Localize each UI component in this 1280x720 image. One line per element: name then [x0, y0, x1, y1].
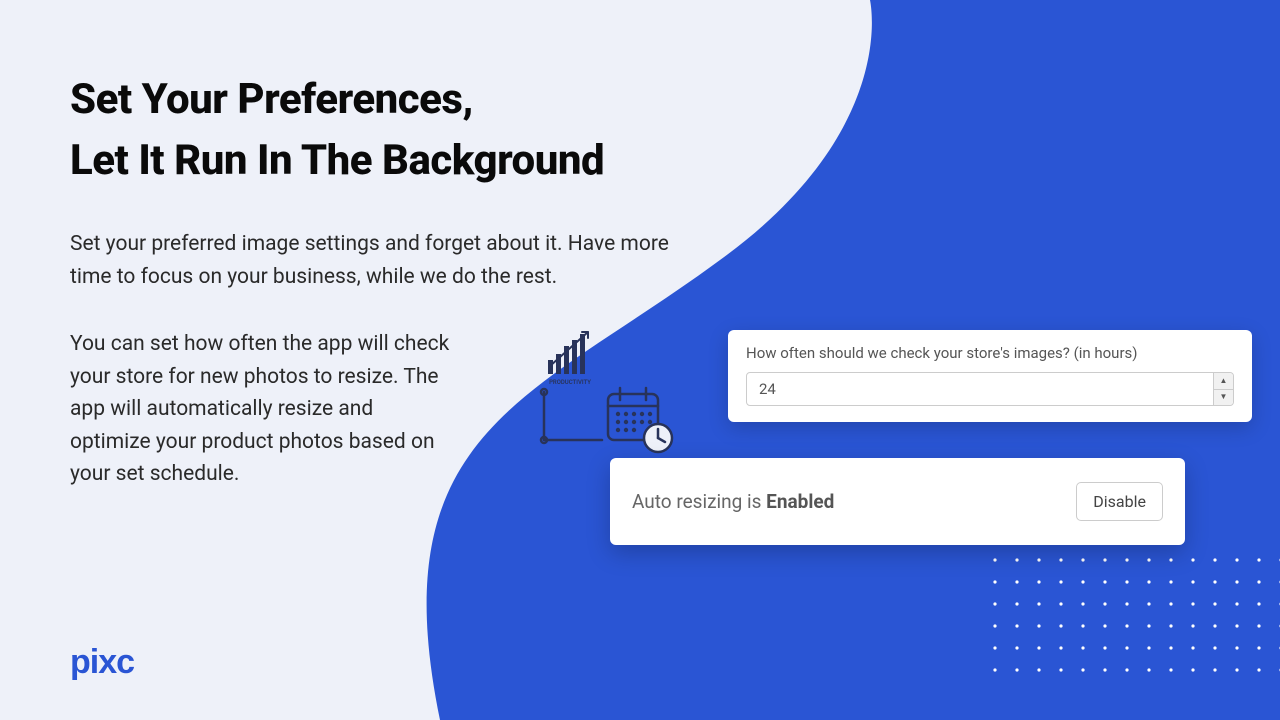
- check-frequency-input[interactable]: 24 ▲ ▼: [746, 372, 1234, 406]
- status-state: Enabled: [766, 490, 834, 513]
- disable-button[interactable]: Disable: [1076, 482, 1163, 521]
- stepper-up-button[interactable]: ▲: [1214, 373, 1233, 390]
- check-frequency-card: How often should we check your store's i…: [728, 330, 1252, 422]
- check-frequency-value: 24: [759, 380, 776, 398]
- brand-logo: pixc: [70, 643, 134, 682]
- heading-line1: Set Your Preferences,: [70, 75, 473, 124]
- intro-paragraph-1: Set your preferred image settings and fo…: [70, 228, 690, 293]
- page-title: Set Your Preferences, Let It Run In The …: [70, 70, 604, 192]
- status-prefix: Auto resizing is: [632, 490, 766, 513]
- stepper-buttons: ▲ ▼: [1213, 373, 1233, 405]
- productivity-illustration: PRODUCTIVITY: [530, 330, 690, 460]
- auto-resize-card: Auto resizing is Enabled Disable: [610, 458, 1185, 545]
- intro-paragraph-2: You can set how often the app will check…: [70, 328, 450, 491]
- auto-resize-status: Auto resizing is Enabled: [632, 490, 834, 513]
- doodle-label: PRODUCTIVITY: [549, 379, 591, 386]
- check-frequency-label: How often should we check your store's i…: [746, 344, 1234, 362]
- heading-line2: Let It Run In The Background: [70, 136, 604, 185]
- stepper-down-button[interactable]: ▼: [1214, 390, 1233, 406]
